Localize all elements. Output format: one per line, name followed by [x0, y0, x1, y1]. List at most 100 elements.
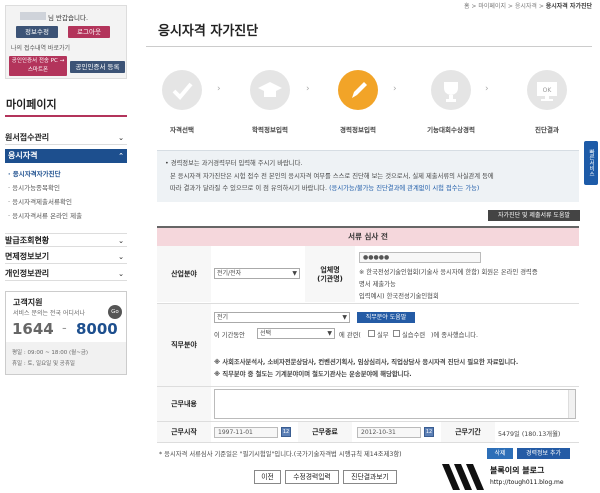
cs-hours-weekday: 평일 : 09:00 ~ 18:00 (월~금): [12, 350, 89, 356]
submenu-label: 응시자격서류 온라인 제출: [12, 212, 83, 220]
submenu-label: 응시자격자가진단: [12, 170, 61, 178]
chevron-down-icon: ⌄: [118, 237, 124, 245]
submenu-documents-check[interactable]: · 응시자격제출서류확인: [8, 197, 72, 207]
industry-select[interactable]: 전기/전자 ▼: [214, 268, 300, 279]
submenu-self-diagnosis[interactable]: · 응시자격자가진단: [8, 169, 61, 179]
row-divider: [157, 421, 579, 422]
submenu-available-items[interactable]: · 응시가능종목확인: [8, 183, 60, 193]
work-content-label: 근무내용: [157, 387, 211, 421]
step-arrow-icon: ›: [217, 84, 221, 94]
employer-note-3: 입력예시) 한국전성기술인협회: [359, 293, 439, 300]
breadcrumb-current: 응시자격 자가진단: [545, 3, 592, 10]
menu-issuance-status[interactable]: 발급조회현황 ⌄: [5, 233, 127, 247]
menu-eligibility[interactable]: 응시자격 ⌃: [5, 149, 127, 163]
step-result-circle: OK: [527, 70, 567, 110]
view-result-button[interactable]: 진단결과보기: [343, 470, 397, 484]
delete-button[interactable]: 삭제: [487, 448, 513, 459]
job-field-label: 직무분야: [157, 304, 211, 386]
step-label-result: 진단결과: [535, 126, 559, 134]
step-education-circle: [250, 70, 290, 110]
step-label-career: 경력정보입력: [340, 126, 376, 134]
chevron-down-icon: ⌄: [118, 134, 124, 142]
mypage-underline: [5, 115, 127, 117]
breadcrumb-eligibility[interactable]: 응시자격: [515, 3, 537, 10]
footer-note: * 응시자격 서류심사 기준일은 "필기시험일"입니다.(국가기술자격법 시행규…: [159, 451, 402, 458]
practice-label: 실무: [377, 332, 389, 339]
job-field-help-button[interactable]: 직무분야 도움말: [357, 312, 415, 323]
step-award-circle: [431, 70, 471, 110]
job-period-value: 선택: [260, 330, 272, 337]
watermark-logo-icon: [442, 464, 484, 490]
notice-highlight: (응시가능/불가능 진단결과에 관계없이 시험 접수는 가능): [329, 185, 480, 192]
edit-career-button[interactable]: 수정경력입력: [285, 470, 339, 484]
breadcrumb-mypage[interactable]: 마이페이지: [478, 3, 506, 10]
job-period-select[interactable]: 선택 ▼: [257, 328, 335, 339]
add-career-button[interactable]: 경력정보 추가: [517, 448, 570, 459]
assist-checkbox[interactable]: [393, 330, 400, 337]
quick-service-tab[interactable]: 빠른서비스: [584, 141, 598, 185]
cs-phone-suffix: 8000: [76, 320, 118, 338]
menu-personal-info[interactable]: 개인정보관리 ⌄: [5, 267, 127, 281]
job-field-select[interactable]: 전기 ▼: [214, 312, 350, 323]
title-divider: [146, 46, 592, 47]
end-date-label: 근무종료: [298, 422, 352, 442]
step-label-education: 학력정보입력: [252, 126, 288, 134]
start-date-label: 근무시작: [157, 422, 211, 442]
cs-phone-separator: -: [62, 321, 67, 336]
chevron-down-icon: ▼: [342, 314, 347, 321]
user-name-masked: [20, 12, 46, 20]
employer-input[interactable]: ●●●●●: [359, 252, 481, 263]
greeting-text: 님 반갑습니다.: [48, 14, 89, 22]
step-ok-text: OK: [543, 87, 553, 94]
job-note-1: ※ 사회조사분석사, 소비자전문상담사, 컨벤션기획사, 임상심리사, 직업상담…: [214, 359, 519, 366]
prev-button[interactable]: 이전: [254, 470, 281, 484]
cert-register-button[interactable]: 공인인증서 등록: [70, 61, 125, 73]
submenu-label: 응시가능종목확인: [12, 184, 60, 192]
breadcrumb: 홈 > 마이페이지 > 응시자격 > 응시자격 자가진단: [463, 3, 592, 10]
sidebar: 님 반갑습니다. 정보수정 로그아웃 나의 접수내역 바로가기 공인인증서 전송…: [0, 0, 133, 493]
menu-application-management[interactable]: 원서접수관리 ⌄: [5, 131, 127, 145]
employer-note-1: ※ 한국전성기술인협회(기술사 응시자에 한함) 회원은 온라인 경력증: [359, 269, 538, 276]
assist-label: 실습수련: [402, 332, 426, 339]
job-note-2: ※ 직무분야 중 철도는 기계분야이며 철도기관사는 운송분야에 해당합니다.: [214, 371, 412, 378]
cert-transfer-button[interactable]: 공인인증서 전송 PC → 스마트폰: [9, 56, 67, 76]
edit-info-button[interactable]: 정보수정: [16, 26, 58, 38]
submenu-label: 응시자격제출서류확인: [12, 198, 72, 206]
menu-label: 발급조회현황: [5, 236, 50, 245]
work-period-label: 근무기간: [441, 422, 495, 442]
work-content-textarea[interactable]: [214, 389, 576, 419]
help-button[interactable]: 자가진단 및 제출서류 도움말: [488, 210, 580, 221]
step-career-circle: [338, 70, 378, 110]
job-field-value: 전기: [217, 314, 229, 321]
form-header: 서류 심사 전: [157, 228, 579, 246]
textarea-scrollbar[interactable]: [568, 390, 575, 418]
check-icon: [172, 82, 193, 100]
row-divider: [157, 386, 579, 387]
industry-value: 전기/전자: [217, 270, 242, 277]
logout-button[interactable]: 로그아웃: [68, 26, 110, 38]
menu-exemption-info[interactable]: 면제정보보기 ⌄: [5, 250, 127, 264]
pencil-icon: [352, 82, 367, 98]
end-date-input[interactable]: 2012-10-31: [357, 427, 421, 438]
breadcrumb-home[interactable]: 홈: [464, 3, 470, 10]
calendar-icon[interactable]: 12: [281, 427, 291, 437]
step-label-select: 자격선택: [170, 126, 194, 134]
customer-support-box: 고객지원 서비스 문의는 전국 어디서나 Go 1644 - 8000 평일 :…: [5, 291, 127, 375]
chevron-down-icon: ▼: [327, 330, 332, 337]
step-arrow-icon: ›: [306, 84, 310, 94]
calendar-icon[interactable]: 12: [424, 427, 434, 437]
chevron-down-icon: ▼: [292, 270, 297, 277]
recent-applications-link[interactable]: 나의 접수내역 바로가기: [11, 43, 70, 52]
job-related-text: 에 관련(: [339, 332, 361, 339]
cs-go-button[interactable]: Go: [108, 305, 122, 319]
cs-desc: 서비스 문의는 전국 어디서나: [13, 310, 85, 317]
cs-title: 고객지원: [13, 298, 43, 307]
work-period-value: 5479일 (180.13개월): [498, 431, 561, 438]
start-date-input[interactable]: 1997-11-01: [214, 427, 278, 438]
menu-label: 개인정보관리: [5, 269, 50, 278]
practice-checkbox[interactable]: [368, 330, 375, 337]
trophy-icon: [444, 82, 458, 102]
step-arrow-icon: ›: [393, 84, 397, 94]
menu-label: 원서접수관리: [5, 133, 50, 142]
submenu-online-submit[interactable]: · 응시자격서류 온라인 제출: [8, 211, 82, 221]
